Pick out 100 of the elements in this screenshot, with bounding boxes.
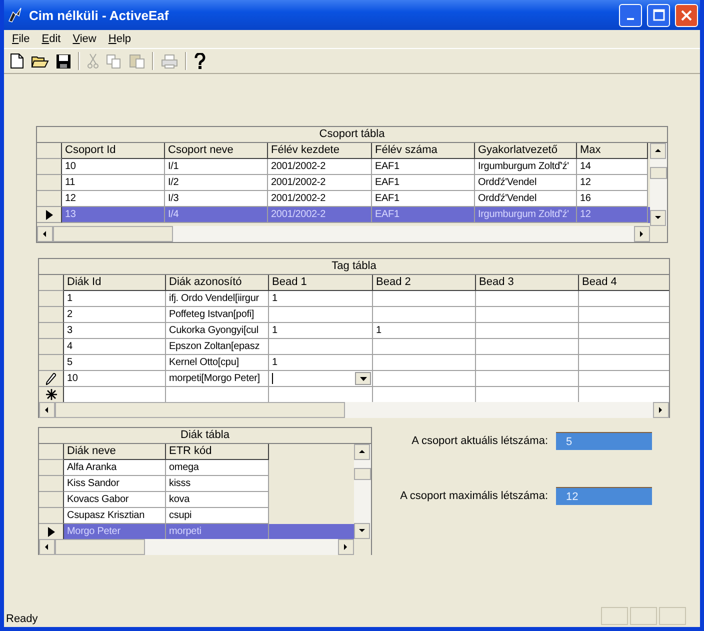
table-row[interactable]: Csupasz Krisztian csupi: [39, 508, 354, 524]
scroll-left-button[interactable]: [39, 402, 55, 418]
table-cell: 16: [577, 191, 648, 207]
table-cell: 2001/2002-2: [268, 159, 372, 175]
table-cell: Epszon Zoltan[epasz: [166, 339, 269, 355]
caret-icon: [360, 376, 366, 380]
table-cell: csupi: [166, 508, 269, 524]
table-cell: 1: [269, 323, 373, 339]
folder-icon[interactable]: [31, 54, 49, 68]
table-cell: I/2: [165, 175, 268, 191]
horizontal-scrollbar[interactable]: [39, 539, 354, 555]
scroll-up-button[interactable]: [354, 444, 370, 460]
arrow-right-icon: [342, 543, 350, 551]
corner-header: [39, 444, 64, 460]
arrow-left-icon: [43, 543, 51, 551]
close-button[interactable]: [675, 4, 698, 26]
menu-item[interactable]: File: [6, 33, 36, 45]
menu-item[interactable]: Edit: [36, 33, 67, 45]
minimize-button[interactable]: [619, 4, 642, 26]
table-row[interactable]: 10 I/1 2001/2002-2 EAF1 Irgumburgum Zoltď'ź' 14: [37, 159, 650, 175]
menu-item[interactable]: View: [66, 33, 102, 45]
data-grid[interactable]: [38, 258, 670, 418]
row-header[interactable]: [37, 207, 62, 223]
help-icon[interactable]: [194, 52, 206, 70]
scroll-up-button[interactable]: [650, 143, 666, 159]
scroll-thumb[interactable]: [53, 226, 173, 242]
table-cell: 5: [64, 355, 166, 371]
scroll-left-button[interactable]: [37, 226, 53, 242]
table-cell: I/3: [165, 191, 268, 207]
maximize-icon: [652, 9, 664, 21]
table-row[interactable]: 3 Cukorka Gyongyi[cul 1 1: [39, 323, 669, 339]
row-header[interactable]: [39, 492, 64, 508]
arrow-left-icon: [41, 230, 49, 238]
table-cell: Poffeteg Istvan[pofi]: [166, 307, 269, 323]
dropdown-field[interactable]: [269, 371, 373, 387]
scroll-left-button[interactable]: [39, 539, 55, 555]
table-cell: ifj. Ordo Vendel[iirgur: [166, 291, 269, 307]
row-header[interactable]: [37, 159, 62, 175]
pencil-icon: [46, 372, 56, 384]
table-row[interactable]: 11 I/2 2001/2002-2 EAF1 Ordďź'Vendel 12: [37, 175, 650, 191]
row-header[interactable]: [37, 191, 62, 207]
table-row[interactable]: 12 I/3 2001/2002-2 EAF1 Ordďź'Vendel 16: [37, 191, 650, 207]
table-cell: 12: [577, 175, 648, 191]
row-header[interactable]: [39, 476, 64, 492]
row-header[interactable]: [37, 175, 62, 191]
scroll-thumb[interactable]: [650, 167, 667, 179]
table-row[interactable]: Kovacs Gabor kova: [39, 492, 354, 508]
horizontal-scrollbar[interactable]: [39, 402, 669, 418]
table-row[interactable]: 1 ifj. Ordo Vendel[iirgur 1: [39, 291, 669, 307]
row-header[interactable]: [39, 339, 64, 355]
row-header[interactable]: [39, 460, 64, 476]
scroll-thumb[interactable]: [55, 402, 345, 418]
scroll-right-button[interactable]: [653, 402, 669, 418]
row-header[interactable]: [39, 508, 64, 524]
new-document-icon[interactable]: [10, 53, 24, 69]
data-grid[interactable]: [36, 126, 668, 243]
scroll-right-button[interactable]: [634, 226, 650, 242]
row-header[interactable]: [39, 323, 64, 339]
scroll-thumb[interactable]: [354, 468, 371, 480]
table-caption: Csoport tábla: [37, 127, 667, 143]
table-cell: Kiss Sandor: [64, 476, 166, 492]
table-row[interactable]: 2 Poffeteg Istvan[pofi]: [39, 307, 669, 323]
table-cell: 11: [62, 175, 165, 191]
table-row[interactable]: 5 Kernel Otto[cpu] 1: [39, 355, 669, 371]
status-panel: [630, 607, 657, 625]
table-cell: 4: [64, 339, 166, 355]
table-row[interactable]: 10 morpeti[Morgo Peter]: [39, 371, 669, 387]
table-row[interactable]: Kiss Sandor kisss: [39, 476, 354, 492]
current-row-icon: [46, 210, 52, 220]
field-label: A csoport maximális létszáma:: [400, 490, 548, 502]
scroll-down-button[interactable]: [650, 210, 666, 226]
row-header[interactable]: [39, 291, 64, 307]
row-header[interactable]: [39, 307, 64, 323]
maximize-button[interactable]: [647, 4, 670, 26]
table-cell: EAF1: [372, 175, 475, 191]
table-cell: Irgumburgum Zoltď'ź': [475, 207, 577, 223]
menu-item[interactable]: Help: [102, 33, 138, 45]
vertical-scrollbar[interactable]: [354, 444, 371, 539]
table-row[interactable]: Alfa Aranka omega: [39, 460, 354, 476]
scroll-down-button[interactable]: [354, 523, 370, 539]
horizontal-scrollbar[interactable]: [37, 226, 650, 242]
scroll-right-button[interactable]: [338, 539, 354, 555]
row-header[interactable]: [39, 355, 64, 371]
row-header[interactable]: [39, 524, 64, 539]
data-grid[interactable]: Diák tábla Diák neve ETR kód Alfa Aranka omega Kiss Sandor kisss Kovacs Gabor kova Csupasz Krisztian csupi Morgo Peter morpeti: [38, 427, 372, 555]
table-cell: 1: [373, 323, 476, 339]
table-cell: 1: [64, 291, 166, 307]
table-caption: Tag tábla: [39, 259, 669, 275]
table-cell: 3: [64, 323, 166, 339]
vertical-scrollbar[interactable]: [650, 143, 667, 226]
table-cell: Kovacs Gabor: [64, 492, 166, 508]
table-cell: 1: [269, 291, 373, 307]
table-cell: 14: [577, 159, 648, 175]
arrow-up-icon: [654, 147, 662, 155]
dropdown-button[interactable]: [355, 372, 371, 385]
scroll-thumb[interactable]: [55, 539, 145, 555]
table-row[interactable]: 4 Epszon Zoltan[epasz: [39, 339, 669, 355]
value-field: 12: [556, 487, 652, 505]
app-icon: [6, 6, 24, 24]
row-header[interactable]: [39, 371, 64, 387]
